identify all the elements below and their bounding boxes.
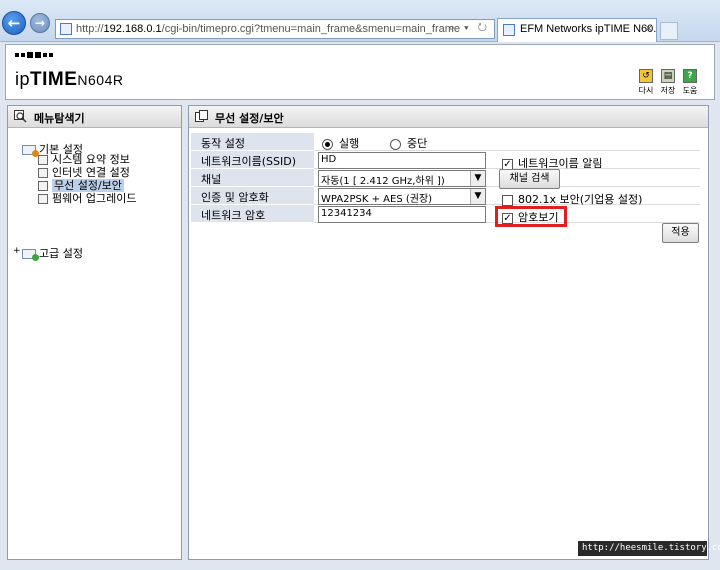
highlight-annotation: [495, 206, 567, 227]
logo-dots-icon: [15, 52, 53, 58]
menu-explorer-title: 메뉴탐색기: [8, 106, 181, 128]
sidebar-item-label: 펌웨어 업그레이드: [52, 192, 137, 205]
password-row: 네트워크 암호 12341234 ✓ 암호보기: [191, 205, 700, 224]
save-icon: ▤: [661, 69, 675, 83]
url-text: http://192.168.0.1/cgi-bin/timepro.cgi?t…: [76, 23, 461, 35]
wireless-settings-panel: 무선 설정/보안 동작 설정 실행 중단 네트워크이름(SSID) HD ✓ 네트…: [188, 105, 709, 560]
ssid-label: 네트워크이름(SSID): [191, 151, 314, 169]
settings-page-icon: [195, 110, 208, 122]
channel-row: 채널 자동(1 [ 2.412 GHz,하위 ]) ▼ 채널 검색: [191, 169, 700, 189]
iptime-logo: ipTIMEN604R: [15, 69, 124, 90]
sidebar-item-label: 무선 설정/보안: [52, 179, 124, 192]
reload-label: 다시: [638, 86, 654, 95]
auth-value: WPA2PSK + AES (권장): [321, 194, 433, 205]
wireless-settings-label: 무선 설정/보안: [215, 112, 284, 125]
apply-button[interactable]: 적용: [662, 223, 699, 243]
channel-select[interactable]: 자동(1 [ 2.412 GHz,하위 ]) ▼: [318, 170, 486, 187]
sidebar-item-label: 시스템 요약 정보: [52, 153, 130, 166]
ssid-field: HD ✓ 네트워크이름 알림: [314, 151, 700, 170]
operation-label: 동작 설정: [191, 133, 314, 151]
network-icon: [38, 168, 48, 178]
auth-label: 인증 및 암호화: [191, 187, 314, 205]
help-icon: ?: [683, 69, 697, 83]
tree-folder-advanced[interactable]: 고급 설정: [22, 245, 83, 261]
wireless-icon: [38, 181, 48, 191]
operation-on-label: 실행: [339, 137, 360, 150]
channel-label: 채널: [191, 169, 314, 187]
operation-off-label: 중단: [407, 137, 428, 150]
tab-favicon-icon: [503, 24, 515, 36]
checkbox-icon: [502, 194, 513, 206]
firmware-icon: [38, 194, 48, 204]
reload-icon: ↺: [639, 69, 653, 83]
tab-close-icon[interactable]: ×: [646, 23, 652, 35]
sidebar-item-internet-setup[interactable]: 인터넷 연결 설정: [38, 166, 130, 179]
chevron-down-icon: ▼: [470, 189, 485, 204]
folder-icon: [22, 145, 39, 157]
folder-advanced-label: 고급 설정: [39, 247, 83, 260]
help-button[interactable]: ? 도움: [681, 69, 699, 96]
menu-explorer-label: 메뉴탐색기: [34, 112, 85, 125]
folder-icon: [22, 249, 39, 261]
password-label: 네트워크 암호: [191, 205, 314, 223]
auth-row: 인증 및 암호화 WPA2PSK + AES (권장) ▼ 802.1x 보안(…: [191, 187, 700, 206]
operation-field: 실행 중단: [314, 133, 700, 151]
magnifier-icon: [14, 110, 27, 123]
watermark: http://heesmile.tistory.com: [578, 541, 720, 556]
ssid-row: 네트워크이름(SSID) HD ✓ 네트워크이름 알림: [191, 151, 700, 170]
forward-arrow-icon[interactable]: →: [30, 13, 50, 33]
tab-title: EFM Networks ipTIME N60...: [520, 23, 657, 35]
sidebar-item-system-summary[interactable]: 시스템 요약 정보: [38, 153, 130, 166]
help-label: 도움: [682, 86, 698, 95]
password-input[interactable]: 12341234: [318, 206, 486, 223]
chevron-down-icon: ▼: [470, 171, 485, 186]
new-tab-button[interactable]: [660, 22, 678, 40]
sidebar-item-wireless-security[interactable]: 무선 설정/보안: [38, 179, 124, 192]
back-arrow-icon[interactable]: ←: [2, 11, 26, 35]
page-icon: [60, 23, 72, 35]
auth-field: WPA2PSK + AES (권장) ▼ 802.1x 보안(기업용 설정): [314, 187, 700, 206]
reload-button[interactable]: ↺ 다시: [637, 69, 655, 96]
radio-icon: [390, 138, 401, 150]
channel-field: 자동(1 [ 2.412 GHz,하위 ]) ▼ 채널 검색: [314, 169, 700, 189]
router-header: ipTIMEN604R ↺ 다시 ▤ 저장 ? 도움: [5, 44, 715, 100]
channel-scan-button[interactable]: 채널 검색: [499, 169, 560, 189]
browser-tab[interactable]: EFM Networks ipTIME N60... ×: [497, 18, 657, 42]
wireless-settings-title: 무선 설정/보안: [189, 106, 708, 128]
sidebar-item-firmware-upgrade[interactable]: 펌웨어 업그레이드: [38, 192, 136, 205]
auth-select[interactable]: WPA2PSK + AES (권장) ▼: [318, 188, 486, 205]
expand-plus-icon[interactable]: +: [13, 246, 21, 256]
radio-selected-icon: [322, 138, 333, 150]
save-button[interactable]: ▤ 저장: [659, 69, 677, 96]
menu-explorer-panel: 메뉴탐색기 기본 설정 시스템 요약 정보 인터넷 연결 설정 무선 설정/보안…: [7, 105, 182, 560]
channel-value: 자동(1 [ 2.412 GHz,하위 ]): [321, 176, 445, 187]
operation-row: 동작 설정 실행 중단: [191, 133, 700, 151]
operation-on-radio[interactable]: 실행: [322, 135, 359, 151]
browser-toolbar: ← → http://192.168.0.1/cgi-bin/timepro.c…: [0, 0, 720, 42]
save-label: 저장: [660, 86, 676, 95]
ssid-input[interactable]: HD: [318, 152, 486, 169]
sidebar-item-label: 인터넷 연결 설정: [52, 166, 130, 179]
address-tools-icon[interactable]: ⌕ ▾ ↻: [449, 22, 490, 35]
address-bar[interactable]: http://192.168.0.1/cgi-bin/timepro.cgi?t…: [55, 19, 495, 39]
operation-off-radio[interactable]: 중단: [390, 135, 427, 151]
chart-icon: [38, 155, 48, 165]
checkbox-checked-icon: ✓: [502, 158, 513, 170]
